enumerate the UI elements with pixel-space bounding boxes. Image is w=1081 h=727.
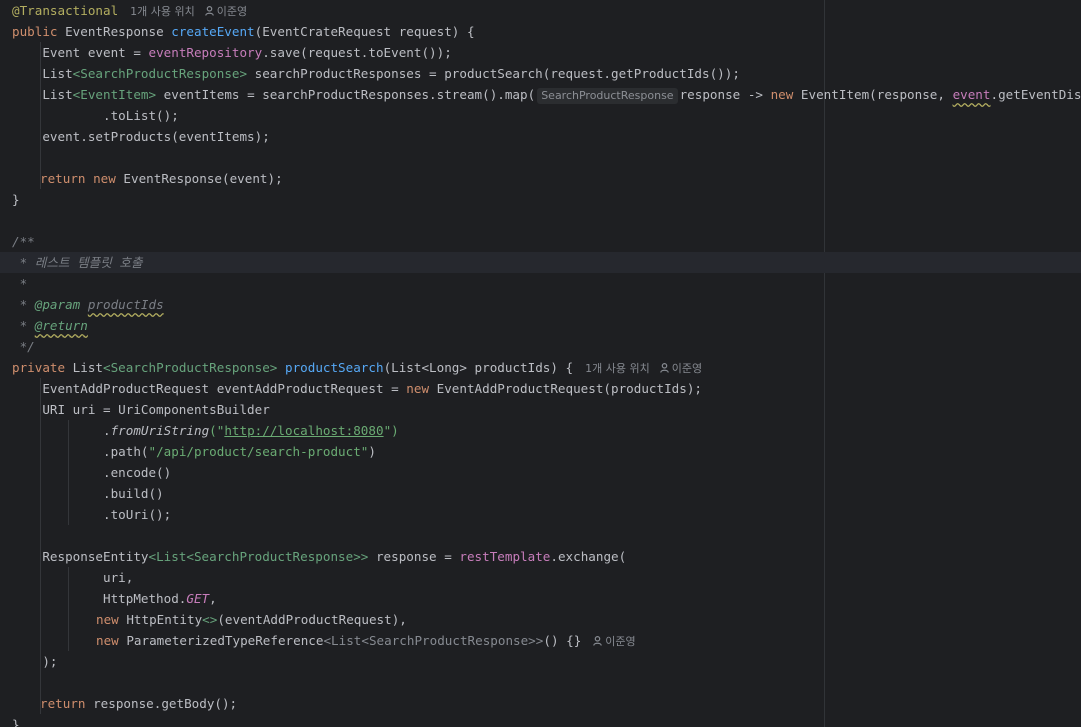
usage-hint[interactable]: 1개 사용 위치 이준영	[130, 5, 247, 18]
code-line[interactable]: .path("/api/product/search-product")	[0, 441, 1081, 462]
code-line[interactable]: ResponseEntity<List<SearchProductRespons…	[0, 546, 1081, 567]
code-line[interactable]: @Transactional 1개 사용 위치 이준영	[0, 0, 1081, 21]
code-line[interactable]: new HttpEntity<>(eventAddProductRequest)…	[0, 609, 1081, 630]
code-line[interactable]: }	[0, 189, 1081, 210]
author-hint[interactable]: 이준영	[217, 5, 247, 18]
code-line[interactable]: List<SearchProductResponse> searchProduc…	[0, 63, 1081, 84]
code-line[interactable]: */	[0, 336, 1081, 357]
code-line[interactable]: HttpMethod.GET,	[0, 588, 1081, 609]
author-hint[interactable]: 이준영	[672, 362, 702, 375]
code-line[interactable]: event.setProducts(eventItems);	[0, 126, 1081, 147]
code-line[interactable]: .build()	[0, 483, 1081, 504]
code-line[interactable]: private List<SearchProductResponse> prod…	[0, 357, 1081, 378]
code-line[interactable]: EventAddProductRequest eventAddProductRe…	[0, 378, 1081, 399]
code-editor[interactable]: @Transactional 1개 사용 위치 이준영 public EventRe…	[0, 0, 1081, 727]
author-hint[interactable]: 이준영	[583, 635, 636, 648]
code-line[interactable]: .toUri();	[0, 504, 1081, 525]
code-line[interactable]: * @param productIds	[0, 294, 1081, 315]
person-icon	[204, 6, 214, 16]
code-line[interactable]: uri,	[0, 567, 1081, 588]
code-line[interactable]: Event event = eventRepository.save(reque…	[0, 42, 1081, 63]
code-line[interactable]: *	[0, 273, 1081, 294]
person-icon	[659, 363, 669, 373]
code-line-current[interactable]: * 레스트 템플릿 호출	[0, 252, 1081, 273]
code-line[interactable]: new ParameterizedTypeReference<List<Sear…	[0, 630, 1081, 651]
code-line[interactable]: /**	[0, 231, 1081, 252]
code-line[interactable]: public EventResponse createEvent(EventCr…	[0, 21, 1081, 42]
inlay-type-hint: SearchProductResponse	[537, 88, 678, 104]
code-line[interactable]: .toList();	[0, 105, 1081, 126]
url-link[interactable]: http://localhost:8080	[224, 423, 383, 438]
person-icon	[593, 636, 603, 646]
code-line[interactable]: .encode()	[0, 462, 1081, 483]
code-line[interactable]: URI uri = UriComponentsBuilder	[0, 399, 1081, 420]
code-line[interactable]: }	[0, 714, 1081, 727]
usage-hint[interactable]: 1개 사용 위치 이준영	[585, 362, 702, 375]
code-line[interactable]: return new EventResponse(event);	[0, 168, 1081, 189]
code-line[interactable]: List<EventItem> eventItems = searchProdu…	[0, 84, 1081, 105]
code-line[interactable]: );	[0, 651, 1081, 672]
code-line[interactable]: * @return	[0, 315, 1081, 336]
code-line[interactable]: .fromUriString("http://localhost:8080")	[0, 420, 1081, 441]
code-line[interactable]: return response.getBody();	[0, 693, 1081, 714]
